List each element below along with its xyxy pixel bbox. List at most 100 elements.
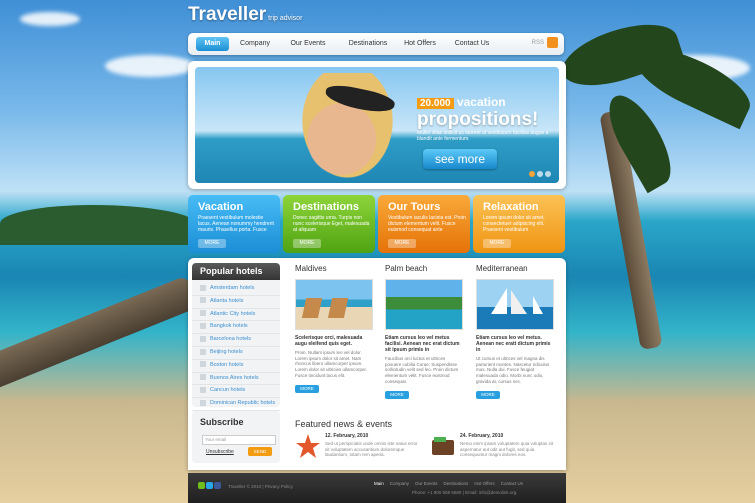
feature-more-button[interactable]: MORE [198, 239, 226, 248]
hotel-label: Bangkok hotels [210, 323, 248, 330]
nav-item-company[interactable]: Company [233, 37, 277, 51]
bullet-icon [200, 374, 206, 381]
bullet-icon [200, 310, 206, 317]
news-date: 24. February, 2010 [460, 433, 504, 439]
promo-small: vacation [456, 95, 506, 109]
unsubscribe-link[interactable]: Unsubscribe [206, 449, 234, 455]
beach-chairs-image [295, 279, 373, 330]
feature-more-button[interactable]: MORE [293, 239, 321, 248]
cloud [20, 12, 80, 26]
hotel-link[interactable]: Beijing hotels [192, 347, 280, 360]
main-nav: Main Company Our Events Destinations Hot… [188, 33, 564, 55]
feature-more-button[interactable]: MORE [388, 239, 416, 248]
destination-title: Palm beach [385, 264, 428, 273]
hotel-link[interactable]: Atlantic City hotels [192, 309, 280, 322]
destination-text: Faucibus orci luctus et ultrices posuere… [385, 356, 459, 384]
hotel-link[interactable]: Bangkok hotels [192, 321, 280, 335]
hotel-link[interactable]: Boston hotels [192, 360, 280, 373]
social-icon[interactable] [214, 482, 221, 489]
hotel-label: Barcelona hotels [210, 336, 251, 343]
email-field[interactable]: Your email [202, 435, 276, 445]
hotel-label: Atlantic City hotels [210, 310, 256, 317]
social-icon[interactable] [206, 482, 213, 489]
slider-dot[interactable] [529, 171, 535, 177]
destination-more-button[interactable]: MORE [385, 390, 409, 399]
popular-hotels-title: Popular hotels [192, 263, 280, 280]
destination-more-button[interactable]: MORE [476, 390, 500, 399]
nav-item-main[interactable]: Main [196, 37, 229, 51]
slider-dot[interactable] [545, 171, 551, 177]
news-item[interactable]: 24. February, 2010 Nemo enim ipsam volup… [430, 433, 560, 463]
feature-boxes: Vacation Praesent vestibulum molestie la… [188, 195, 566, 253]
nav-item-contact-us[interactable]: Contact Us [450, 37, 494, 51]
feature-box-destinations[interactable]: Destinations Donec sagittis urna. Turpis… [283, 195, 375, 253]
leaning-palm-trunk [0, 275, 200, 393]
bullet-icon [200, 297, 206, 304]
promo-headline: propositions! [417, 109, 539, 130]
sailboats-image [476, 279, 554, 330]
footer-link[interactable]: Destinations [444, 481, 469, 486]
footer: Traveller © 2010 | Privacy Policy Main Co… [188, 473, 566, 503]
hotel-link[interactable]: Amsterdam hotels [192, 283, 280, 296]
wallet-icon [432, 437, 454, 455]
starfish-icon [296, 434, 320, 458]
bullet-icon [200, 284, 206, 291]
news-text: Sed ut perspiciatis unde omnis iste natu… [325, 441, 418, 457]
destination-title: Mediterranean [476, 264, 528, 273]
social-icon[interactable] [198, 482, 205, 489]
feature-title: Destinations [293, 201, 360, 213]
news-item[interactable]: 12. February, 2010 Sed ut perspiciatis u… [295, 433, 425, 463]
destination-text: Ut cursus et ultrices vel magna dis part… [476, 356, 550, 384]
destination-palm-beach: Palm beach Etiam cursus leo vel metus fa… [385, 264, 463, 399]
footer-link[interactable]: Our Events [415, 481, 438, 486]
footer-link[interactable]: Company [390, 481, 409, 486]
footer-link[interactable]: Main [374, 481, 384, 486]
bullet-icon [200, 361, 206, 368]
page-wrapper: Traveller trip advisor Main Company Our E… [188, 0, 566, 503]
hotel-label: Atlanta hotels [210, 297, 244, 304]
hotel-label: Amsterdam hotels [210, 285, 255, 291]
hotel-label: Dominican Republic hotels [210, 400, 276, 407]
hotel-link[interactable]: Atlanta hotels [192, 296, 280, 309]
promo-badge: 20.000 [417, 98, 454, 109]
feature-box-vacation[interactable]: Vacation Praesent vestibulum molestie la… [188, 195, 280, 253]
see-more-button[interactable]: see more [423, 149, 497, 169]
feature-box-relaxation[interactable]: Relaxation Lorem ipsum dolor sit amet, c… [473, 195, 565, 253]
hotel-label: Boston hotels [210, 361, 244, 368]
promo-subtext: Mullet vitae sollicit ac laoreet ut vest… [417, 130, 549, 142]
footer-copyright: Traveller © 2010 | Privacy Policy [228, 484, 293, 489]
destination-more-button[interactable]: MORE [295, 384, 319, 393]
destination-lead: Scelerisque orci, malesuada augu eleifen… [295, 335, 363, 347]
destination-lead: Etiam cursus leo vel metus facilisi. Aen… [385, 335, 460, 353]
footer-link[interactable]: Hot Offers [474, 481, 494, 486]
cloud [105, 55, 195, 77]
feature-box-our-tours[interactable]: Our Tours Vestibulum iaculis lacinia est… [378, 195, 470, 253]
hotel-link[interactable]: Dominican Republic hotels [192, 398, 280, 411]
bullet-icon [200, 335, 206, 342]
hotel-link[interactable]: Cancun hotels [192, 385, 280, 399]
sailboat-icon [491, 288, 543, 314]
news-date: 12. February, 2010 [325, 433, 369, 439]
footer-link[interactable]: Contact Us [501, 481, 523, 486]
site-logo[interactable]: Traveller trip advisor [188, 4, 302, 26]
bullet-icon [200, 386, 206, 393]
hotel-link[interactable]: Barcelona hotels [192, 334, 280, 347]
destination-text: Proin. Nullam ipsum leo vel dolor. Lorem… [295, 350, 368, 378]
nav-item-hot-offers[interactable]: Hot Offers [400, 37, 440, 51]
news-text: Nemo enim ipsam voluptatem quia voluptas… [460, 441, 554, 457]
hotel-link[interactable]: Buenos Aires hotels [192, 373, 280, 386]
destination-title: Maldives [295, 264, 327, 273]
hero-slider: 20.000 vacation propositions! Mullet vit… [188, 61, 566, 189]
hotel-label: Beijing hotels [210, 348, 243, 355]
slider-dot[interactable] [537, 171, 543, 177]
feature-title: Relaxation [483, 201, 539, 213]
feature-more-button[interactable]: MORE [483, 239, 511, 248]
promo-title: 20.000 vacation [417, 95, 506, 109]
rss-icon [547, 37, 558, 48]
send-button[interactable]: SEND [248, 447, 272, 456]
rss-label: RSS [531, 40, 544, 47]
nav-item-destinations[interactable]: Destinations [340, 37, 396, 51]
nav-item-our-events[interactable]: Our Events [282, 37, 334, 51]
subscribe-panel: Subscribe Your email Unsubscribe SEND [192, 411, 280, 463]
rss-link[interactable]: RSS [532, 37, 558, 48]
